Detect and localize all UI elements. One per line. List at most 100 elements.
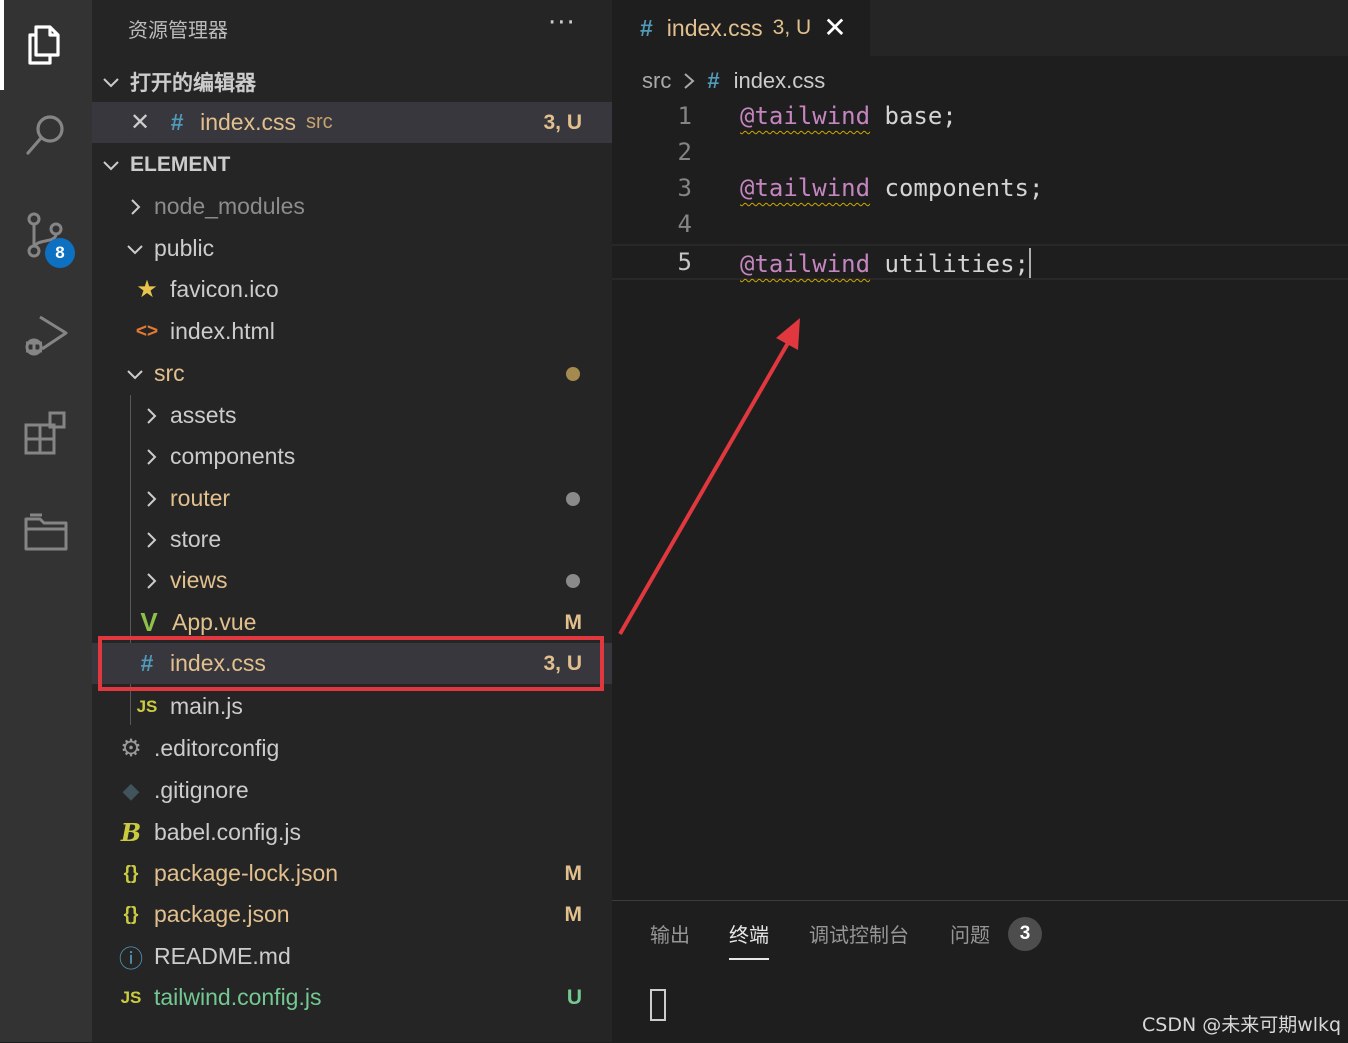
code-line[interactable]: 1 @tailwind base; xyxy=(612,100,1348,136)
tree-item-index-html[interactable]: <> index.html xyxy=(92,311,612,352)
tree-item-readme[interactable]: ⓘ README.md xyxy=(92,936,612,977)
chevron-down-icon xyxy=(127,244,143,254)
code-line[interactable]: 2 xyxy=(612,136,1348,172)
line-number: 5 xyxy=(677,248,692,276)
search-activity[interactable] xyxy=(0,90,92,180)
tree-item-label: favicon.ico xyxy=(170,276,279,302)
run-debug-activity[interactable] xyxy=(0,290,92,380)
tree-item-label: router xyxy=(170,485,231,511)
terminal-cursor[interactable] xyxy=(650,989,666,1021)
tab-problems[interactable]: 问题 xyxy=(950,919,990,948)
tree-item-main-js[interactable]: JS main.js xyxy=(92,686,612,727)
tree-item-package-lock[interactable]: {} package-lock.json M xyxy=(92,853,612,894)
run-debug-icon xyxy=(25,315,68,356)
code-text: @tailwind components; xyxy=(740,174,1043,202)
tree-item-label: views xyxy=(170,567,228,593)
code-line[interactable]: 4 xyxy=(612,208,1348,244)
tree-item-tailwind-config[interactable]: JS tailwind.config.js U xyxy=(92,977,612,1018)
babel-icon: B xyxy=(120,818,142,847)
explorer-activity[interactable] xyxy=(0,0,92,90)
chevron-down-icon xyxy=(127,369,143,379)
html-file-icon: <> xyxy=(135,320,159,342)
tree-item-label: README.md xyxy=(154,943,291,969)
explorer-title: 资源管理器 xyxy=(128,18,228,42)
chevron-right-icon xyxy=(147,490,157,507)
tailwind-directive: @tailwind xyxy=(740,250,871,278)
open-editor-status: 3, U xyxy=(543,110,582,134)
tree-item-src[interactable]: src xyxy=(92,353,612,394)
code-line-current[interactable]: 5 @tailwind utilities; xyxy=(612,244,1348,280)
tree-item-label: src xyxy=(154,360,185,386)
problems-count-badge: 3 xyxy=(1008,917,1042,951)
modified-dot xyxy=(566,573,580,588)
chevron-right-icon xyxy=(147,531,157,548)
tree-item-editorconfig[interactable]: ⚙ .editorconfig xyxy=(92,728,612,769)
tree-item-babel-config[interactable]: B babel.config.js xyxy=(92,812,612,853)
text-cursor xyxy=(1029,248,1031,278)
folder-activity[interactable] xyxy=(0,486,92,576)
tree-item-label: main.js xyxy=(170,693,243,719)
line-number: 4 xyxy=(677,210,692,238)
tree-item-label: public xyxy=(154,235,215,261)
workspace-section-header[interactable]: ELEMENT xyxy=(92,144,612,185)
tree-item-label: package.json xyxy=(154,901,290,927)
search-icon xyxy=(26,115,64,155)
tree-item-label: components xyxy=(170,443,296,469)
tree-item-components[interactable]: components xyxy=(92,436,612,477)
tab-debug-console[interactable]: 调试控制台 xyxy=(809,919,909,948)
workspace-title: ELEMENT xyxy=(130,152,231,176)
js-file-icon: JS xyxy=(120,987,142,1007)
extensions-activity[interactable] xyxy=(0,388,92,478)
directive-argument: utilities; xyxy=(884,250,1030,278)
open-editors-section-header[interactable]: 打开的编辑器 xyxy=(92,61,612,102)
files-icon xyxy=(28,25,60,65)
explorer-sidebar: 资源管理器 ··· 打开的编辑器 ✕ # index.css src 3, U … xyxy=(92,0,612,1042)
tab-output[interactable]: 输出 xyxy=(650,919,690,948)
tree-item-router[interactable]: router xyxy=(92,478,612,519)
breadcrumb-file[interactable]: index.css xyxy=(734,68,826,94)
chevron-right-icon xyxy=(147,448,157,465)
tree-item-public[interactable]: public xyxy=(92,228,612,269)
tree-item-label: tailwind.config.js xyxy=(154,984,322,1010)
tree-item-views[interactable]: views xyxy=(92,560,612,601)
git-status: M xyxy=(564,902,583,926)
js-file-icon: JS xyxy=(136,696,158,716)
more-actions-button[interactable]: ··· xyxy=(548,8,576,38)
chevron-right-icon xyxy=(131,198,141,215)
css-file-icon: # xyxy=(170,109,184,135)
code-line[interactable]: 3 @tailwind components; xyxy=(612,172,1348,208)
tree-item-gitignore[interactable]: ◆ .gitignore xyxy=(92,770,612,811)
tree-item-package-json[interactable]: {} package.json M xyxy=(92,894,612,935)
tree-item-app-vue[interactable]: V App.vue M xyxy=(92,602,612,643)
tree-item-favicon[interactable]: ★ favicon.ico xyxy=(92,269,612,310)
tree-item-label: package-lock.json xyxy=(154,860,339,886)
breadcrumb-folder[interactable]: src xyxy=(642,68,671,94)
chevron-right-icon xyxy=(684,73,695,89)
info-icon: ⓘ xyxy=(119,946,143,973)
line-number: 2 xyxy=(677,138,692,166)
tree-item-label: App.vue xyxy=(172,609,257,635)
watermark: CSDN @未来可期wlkq xyxy=(1142,1014,1342,1036)
css-file-icon: # xyxy=(707,68,720,93)
git-status: M xyxy=(564,861,583,885)
chevron-down-icon xyxy=(103,160,119,170)
tree-item-store[interactable]: store xyxy=(92,519,612,560)
code-text: @tailwind base; xyxy=(740,102,957,130)
tree-item-label: node_modules xyxy=(154,193,305,219)
tab-index-css[interactable]: # index.css 3, U ✕ xyxy=(612,0,870,56)
tab-terminal[interactable]: 终端 xyxy=(729,919,769,960)
close-icon[interactable]: ✕ xyxy=(823,14,846,42)
source-control-activity[interactable]: 8 xyxy=(0,190,92,280)
open-editor-item[interactable]: ✕ # index.css src 3, U xyxy=(92,102,612,143)
tree-item-node-modules[interactable]: node_modules xyxy=(92,186,612,227)
directive-argument: components; xyxy=(884,174,1044,202)
line-number: 3 xyxy=(677,174,692,202)
tree-item-assets[interactable]: assets xyxy=(92,395,612,436)
css-file-icon: # xyxy=(640,14,653,41)
tree-item-index-css[interactable]: # index.css 3, U xyxy=(92,643,612,684)
json-file-icon: {} xyxy=(123,862,139,884)
close-icon[interactable]: ✕ xyxy=(130,108,150,137)
modified-dot xyxy=(566,491,580,506)
editor-area: # index.css 3, U ✕ src # index.css 1 @ta… xyxy=(612,0,1348,900)
code-text: @tailwind utilities; xyxy=(740,248,1031,278)
